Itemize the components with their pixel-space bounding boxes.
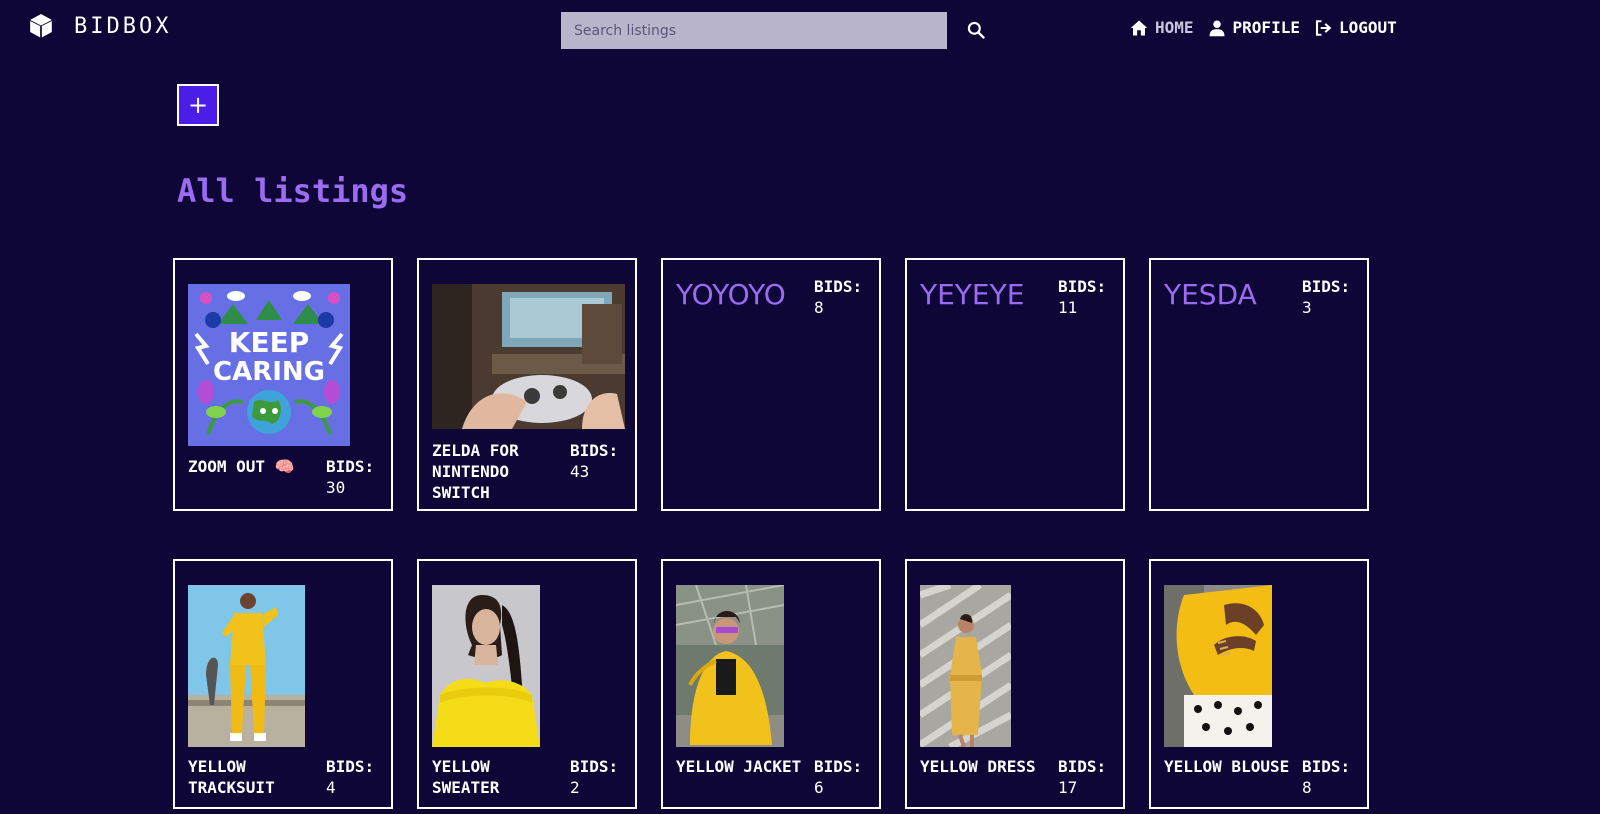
- blouse-photo: [1164, 585, 1272, 747]
- listing-title: YELLOW TRACKSUIT: [188, 757, 275, 797]
- sweater-photo: [432, 585, 540, 747]
- listing-card[interactable]: YELLOW DRESS BIDS: 17: [905, 559, 1125, 809]
- listing-card[interactable]: YELLOW BLOUSE BIDS: 8: [1149, 559, 1369, 809]
- bids-count: 4: [326, 778, 336, 797]
- listing-title: YELLOW SWEATER: [432, 757, 500, 797]
- bids-label: BIDS:: [1302, 757, 1351, 776]
- bids-label: BIDS:: [1058, 277, 1107, 296]
- top-navbar: BIDBOX HOME PROFILE LOGOUT: [0, 0, 1600, 60]
- poster-artwork: KEEP CARING: [188, 284, 350, 446]
- listing-bids: BIDS: 8: [814, 276, 876, 318]
- bids-count: 43: [570, 462, 590, 481]
- poster-line-2: CARING: [213, 357, 325, 387]
- bids-count: 17: [1058, 778, 1078, 797]
- listing-title: ZOOM OUT 🧠: [188, 457, 295, 476]
- listing-title: YESDA: [1164, 278, 1257, 311]
- nav-profile-link[interactable]: PROFILE: [1208, 18, 1300, 37]
- listing-bids: BIDS: 3: [1302, 276, 1364, 318]
- bids-label: BIDS:: [326, 457, 375, 476]
- cube-icon: [29, 14, 53, 38]
- tracksuit-photo: [188, 585, 305, 747]
- bids-count: 3: [1302, 298, 1312, 317]
- listing-card[interactable]: ZELDA FOR NINTENDO SWITCH BIDS: 43: [417, 258, 637, 511]
- bids-label: BIDS:: [326, 757, 375, 776]
- nav-links: HOME PROFILE LOGOUT: [1130, 18, 1397, 37]
- listing-card[interactable]: YELLOW SWEATER BIDS: 2: [417, 559, 637, 809]
- bids-count: 8: [1302, 778, 1312, 797]
- listing-image: [432, 585, 540, 747]
- listing-image: [1164, 585, 1272, 747]
- listing-image: [676, 585, 784, 747]
- nav-logout-label: LOGOUT: [1338, 18, 1397, 37]
- nav-home-link[interactable]: HOME: [1130, 18, 1194, 37]
- listing-title: YELLOW BLOUSE: [1164, 757, 1290, 776]
- page-title: All listings: [177, 172, 409, 210]
- search-input[interactable]: [561, 12, 947, 49]
- listing-card[interactable]: YESDA BIDS: 3: [1149, 258, 1369, 511]
- user-icon: [1209, 20, 1225, 36]
- controller-photo: [432, 284, 625, 429]
- nav-profile-label: PROFILE: [1232, 18, 1300, 37]
- bids-label: BIDS:: [1058, 757, 1107, 776]
- listing-title: YELLOW DRESS: [920, 757, 1036, 776]
- listing-card[interactable]: YOYOYO BIDS: 8: [661, 258, 881, 511]
- bids-label: BIDS:: [570, 757, 619, 776]
- bids-label: BIDS:: [814, 757, 863, 776]
- listing-title: ZELDA FOR NINTENDO SWITCH: [432, 441, 519, 502]
- listing-title: YEYEYE: [920, 278, 1025, 311]
- nav-logout-link[interactable]: LOGOUT: [1314, 18, 1397, 37]
- bids-label: BIDS:: [814, 277, 863, 296]
- listing-card[interactable]: YELLOW TRACKSUIT BIDS: 4: [173, 559, 393, 809]
- bids-count: 30: [326, 478, 346, 497]
- dress-photo: [920, 585, 1011, 747]
- logout-icon: [1315, 19, 1332, 36]
- brand-name: BIDBOX: [74, 13, 172, 39]
- jacket-photo: [676, 585, 784, 747]
- add-listing-button[interactable]: +: [177, 84, 219, 126]
- listing-title: YELLOW JACKET: [676, 757, 802, 776]
- listing-title: YOYOYO: [676, 278, 786, 311]
- listing-card[interactable]: KEEP CARING ZOOM OUT 🧠 BIDS: 30: [173, 258, 393, 511]
- listing-card[interactable]: YEYEYE BIDS: 11: [905, 258, 1125, 511]
- listing-image: [920, 585, 1011, 747]
- brand-link[interactable]: BIDBOX: [28, 13, 171, 39]
- nav-home-label: HOME: [1155, 18, 1194, 37]
- bids-label: BIDS:: [570, 441, 619, 460]
- bids-count: 11: [1058, 298, 1078, 317]
- bids-count: 6: [814, 778, 824, 797]
- listing-image: [432, 284, 625, 429]
- search-icon: [967, 21, 985, 39]
- home-icon: [1130, 20, 1148, 35]
- listing-bids: BIDS: 8: [1302, 756, 1364, 798]
- listing-bids: BIDS: 30: [326, 456, 388, 498]
- listing-bids: BIDS: 11: [1058, 276, 1120, 318]
- listing-bids: BIDS: 6: [814, 756, 876, 798]
- listing-card[interactable]: YELLOW JACKET BIDS: 6: [661, 559, 881, 809]
- bids-label: BIDS:: [1302, 277, 1351, 296]
- listing-image: KEEP CARING: [188, 284, 350, 446]
- listing-bids: BIDS: 4: [326, 756, 388, 798]
- listing-bids: BIDS: 2: [570, 756, 632, 798]
- bids-count: 8: [814, 298, 824, 317]
- listing-image: [188, 585, 305, 747]
- bids-count: 2: [570, 778, 580, 797]
- listing-bids: BIDS: 43: [570, 440, 632, 482]
- search-button[interactable]: [964, 19, 988, 43]
- listing-bids: BIDS: 17: [1058, 756, 1120, 798]
- poster-line-1: KEEP: [229, 326, 309, 359]
